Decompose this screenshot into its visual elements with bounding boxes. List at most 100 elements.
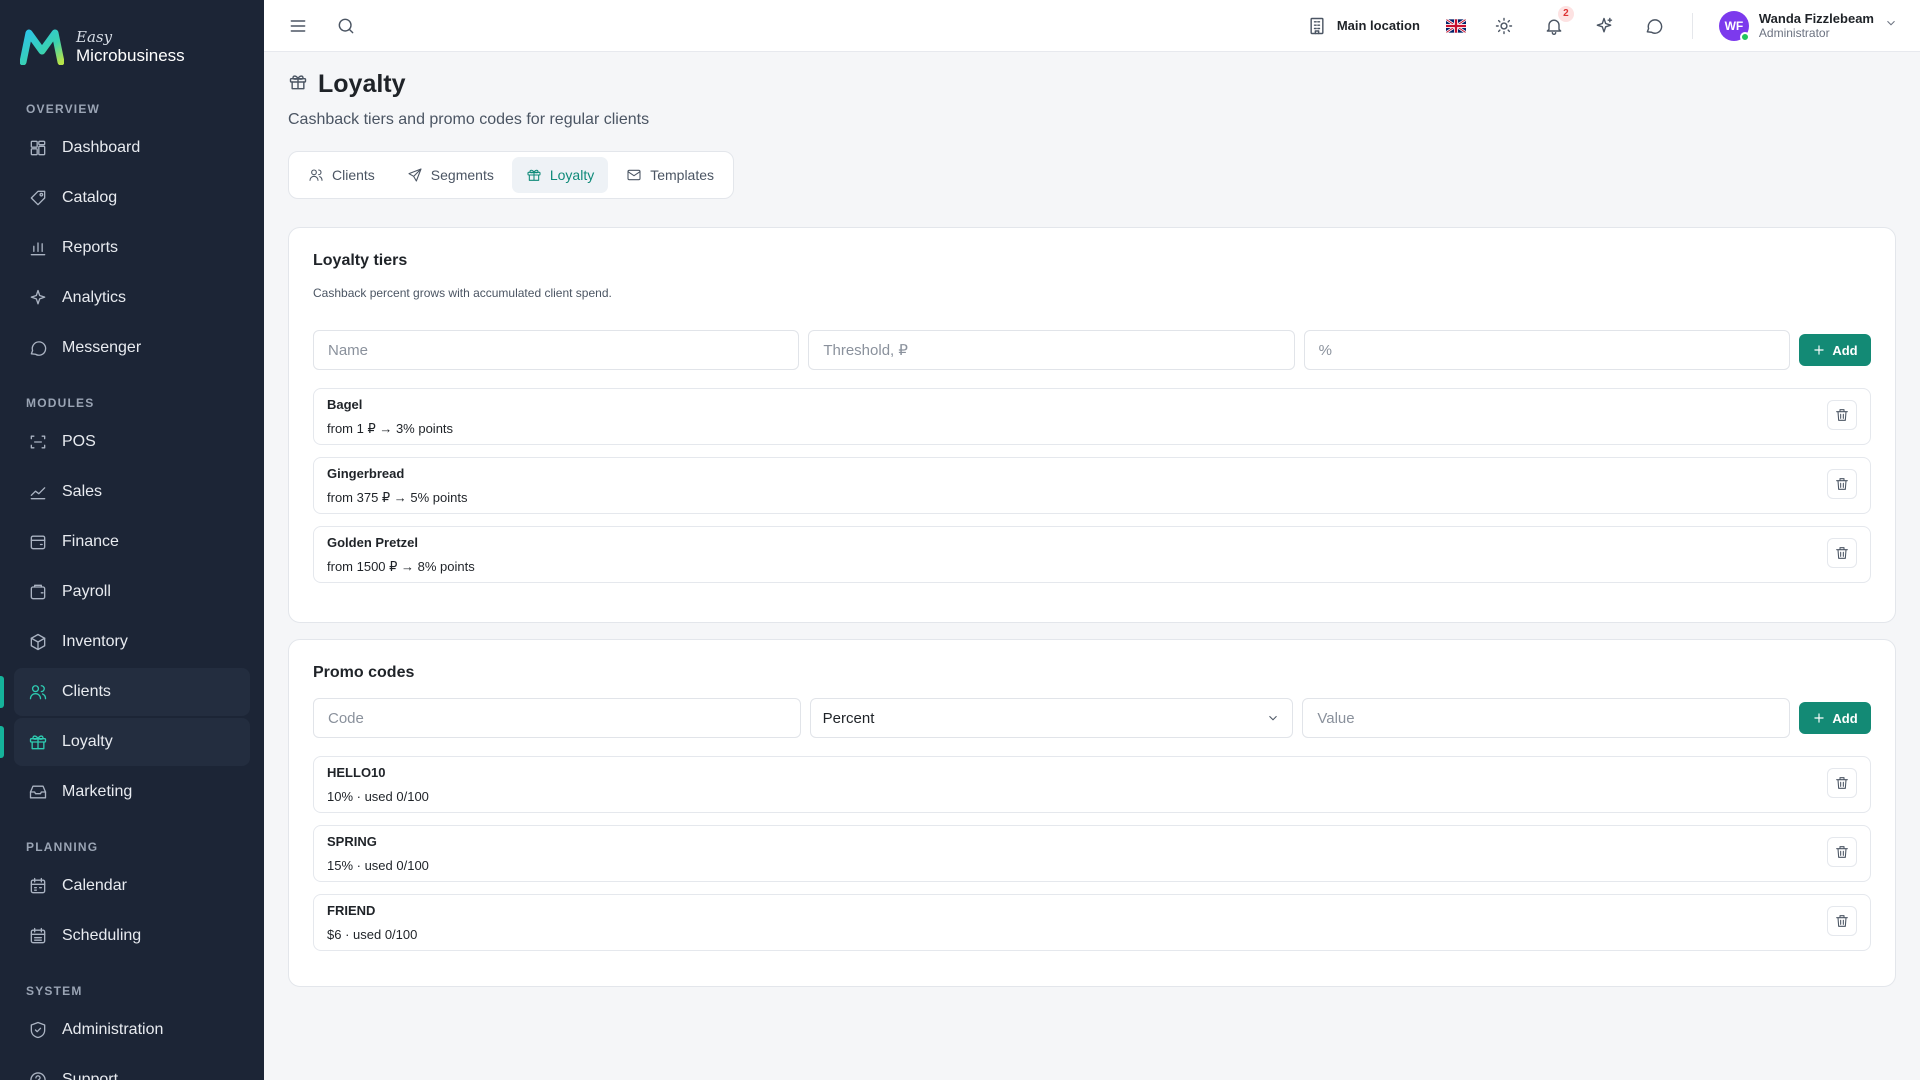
sidebar-item-label: Inventory [62,633,128,650]
user-name: Wanda Fizzlebeam [1758,10,1874,26]
inventory-icon [28,632,48,652]
building-icon [1305,14,1329,38]
add-promo-button[interactable]: Add [1799,702,1872,734]
sidebar-item-label: Catalog [62,189,118,206]
brand-name: Microbusiness [76,46,185,65]
add-tier-label: Add [1832,342,1858,358]
sidebar-item-analytics[interactable]: Analytics [14,274,250,322]
sidebar-item-reports[interactable]: Reports [14,224,250,272]
sidebar-item-label: Finance [62,533,119,550]
item-detail: $6 · used 0/100 [327,927,418,942]
list-item: Gingerbread from 375 ₽ → 5% points [313,457,1871,514]
payroll-icon [28,582,48,602]
item-name: Bagel [327,397,363,412]
promo-codes-title: Promo codes [313,664,415,681]
delete-button[interactable] [1827,768,1857,798]
uk-flag-icon[interactable] [1445,18,1466,33]
item-name: HELLO10 [327,765,386,780]
delete-button[interactable] [1827,837,1857,867]
send-icon [407,167,423,183]
promo-list: HELLO10 10% · used 0/100 SPRING 15% · used … [313,756,1871,951]
sparkles-icon[interactable] [1592,14,1616,38]
sidebar-section-label: SYSTEM [26,984,83,998]
add-promo-label: Add [1832,710,1858,726]
location-selector[interactable]: Main location [1305,14,1420,38]
sidebar-item-support[interactable]: Support [14,1056,250,1080]
delete-button[interactable] [1827,538,1857,568]
delete-button[interactable] [1827,469,1857,499]
item-detail: from 1500 ₽ → 8% points [327,559,475,574]
tier-threshold-input[interactable] [808,330,1295,370]
sidebar-item-catalog[interactable]: Catalog [14,174,250,222]
sidebar-item-marketing[interactable]: Marketing [14,768,250,816]
sidebar-item-finance[interactable]: Finance [14,518,250,566]
sidebar-item-label: Support [62,1071,119,1080]
bell-icon[interactable]: 2 [1542,5,1574,38]
chevron-down-icon [1884,16,1898,35]
sales-icon [28,482,48,502]
menu-icon[interactable] [286,14,310,38]
user-menu[interactable]: WF Wanda Fizzlebeam Administrator [1718,10,1898,42]
loyalty-tiers-description: Cashback percent grows with accumulated … [313,286,612,300]
tab-templates[interactable]: Templates [612,157,728,193]
tab-segments[interactable]: Segments [393,157,508,193]
promo-type-select[interactable]: Percent [809,698,1294,738]
chevron-down-icon [1269,715,1278,721]
sidebar-item-clients[interactable]: Clients [0,668,250,716]
tab-label: Segments [430,167,494,183]
sidebar-item-messenger[interactable]: Messenger [14,324,250,372]
sidebar-item-loyalty[interactable]: Loyalty [0,718,250,766]
analytics-icon [28,288,48,308]
reports-icon [28,238,48,258]
user-role: Administrator [1758,26,1830,41]
sidebar-item-dashboard[interactable]: Dashboard [14,124,250,172]
sidebar-item-pos[interactable]: POS [14,418,250,466]
brand[interactable]: Easy Microbusiness [0,0,264,74]
trash-icon [1834,913,1850,929]
tab-label: Loyalty [549,167,595,183]
catalog-icon [28,188,48,208]
promo-code-input[interactable] [313,698,801,738]
tab-label: Clients [332,167,375,183]
marketing-icon [28,782,48,802]
sidebar-item-label: Payroll [62,583,111,600]
sidebar-item-payroll[interactable]: Payroll [14,568,250,616]
search-icon[interactable] [334,14,358,38]
sidebar-item-label: Dashboard [62,139,141,156]
delete-button[interactable] [1827,906,1857,936]
sidebar-item-scheduling[interactable]: Scheduling [14,912,250,960]
sidebar-item-sales[interactable]: Sales [14,468,250,516]
promo-codes-card: Promo codes Percent Add HELLO10 10% · use… [288,639,1896,987]
sidebar-item-label: Calendar [62,877,127,894]
sidebar-item-calendar[interactable]: Calendar [14,862,250,910]
sidebar-item-administration[interactable]: Administration [14,1006,250,1054]
item-detail: 10% · used 0/100 [327,789,429,804]
administration-icon [28,1020,48,1040]
gift-icon [288,72,308,97]
sidebar-item-label: Clients [62,683,111,700]
page-title: Loyalty [318,70,406,98]
sidebar-item-label: Analytics [62,289,127,306]
tab-loyalty[interactable]: Loyalty [511,157,609,193]
tier-percent-input[interactable] [1303,330,1790,370]
add-tier-button[interactable]: Add [1798,334,1871,366]
page-subtitle: Cashback tiers and promo codes for regul… [288,111,650,128]
delete-button[interactable] [1827,400,1857,430]
trash-icon [1834,476,1850,492]
sidebar-item-label: Marketing [62,783,133,800]
list-item: Bagel from 1 ₽ → 3% points [313,388,1871,445]
promo-value-input[interactable] [1302,698,1791,738]
trash-icon [1834,775,1850,791]
brand-easy: Easy [76,28,113,46]
chat-icon[interactable] [1642,14,1666,38]
logo-icon [20,29,64,65]
clients-icon [28,682,48,702]
sidebar-item-inventory[interactable]: Inventory [14,618,250,666]
sidebar-item-label: POS [62,433,96,450]
item-name: Golden Pretzel [327,535,419,550]
notification-badge: 2 [1557,5,1574,22]
tab-clients[interactable]: Clients [294,157,389,193]
tier-name-input[interactable] [313,330,800,370]
online-status-dot [1739,31,1750,42]
theme-sun-icon[interactable] [1492,14,1516,38]
